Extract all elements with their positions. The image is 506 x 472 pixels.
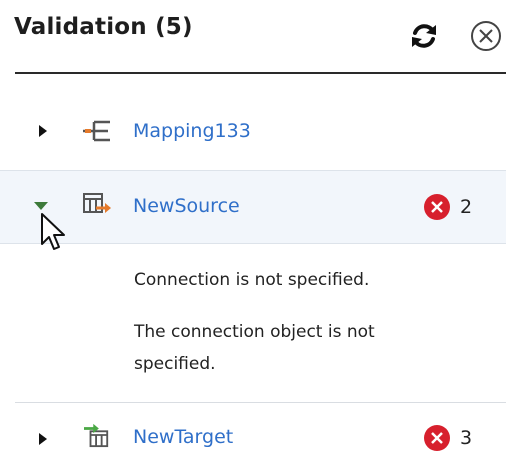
validation-message: The connection object is not specified. — [134, 322, 375, 374]
panel-header: Validation (5) — [0, 0, 506, 74]
tree-item-label[interactable]: NewTarget — [133, 426, 233, 448]
error-badge: 2 — [424, 194, 472, 220]
mapping-icon — [83, 120, 110, 142]
tree-row-mapping[interactable]: Mapping133 — [0, 96, 506, 168]
expand-caret[interactable] — [32, 428, 54, 450]
header-divider — [15, 72, 506, 74]
refresh-button[interactable] — [406, 18, 442, 54]
validation-message: Connection is not specified. — [134, 270, 370, 290]
caret-right-icon — [39, 125, 47, 137]
row-divider — [15, 402, 506, 403]
tree-item-label[interactable]: Mapping133 — [133, 120, 251, 142]
error-x-icon — [424, 425, 450, 451]
source-icon — [83, 193, 111, 213]
close-circle-icon — [471, 21, 501, 51]
expand-caret[interactable] — [32, 120, 54, 142]
error-x-icon — [424, 194, 450, 220]
error-badge: 3 — [424, 425, 472, 451]
refresh-icon — [412, 24, 436, 48]
error-count: 3 — [460, 427, 473, 449]
error-count: 2 — [460, 196, 473, 218]
panel-title: Validation (5) — [14, 14, 193, 40]
tree-row-newsource[interactable]: NewSource 2 — [0, 170, 506, 244]
tree-row-newtarget[interactable]: NewTarget 3 — [0, 404, 506, 472]
caret-down-icon — [34, 202, 48, 210]
mouse-pointer-icon — [41, 213, 65, 250]
caret-right-icon — [39, 433, 47, 445]
target-icon — [84, 423, 109, 448]
tree-item-label[interactable]: NewSource — [133, 195, 240, 217]
close-button[interactable] — [468, 18, 504, 54]
